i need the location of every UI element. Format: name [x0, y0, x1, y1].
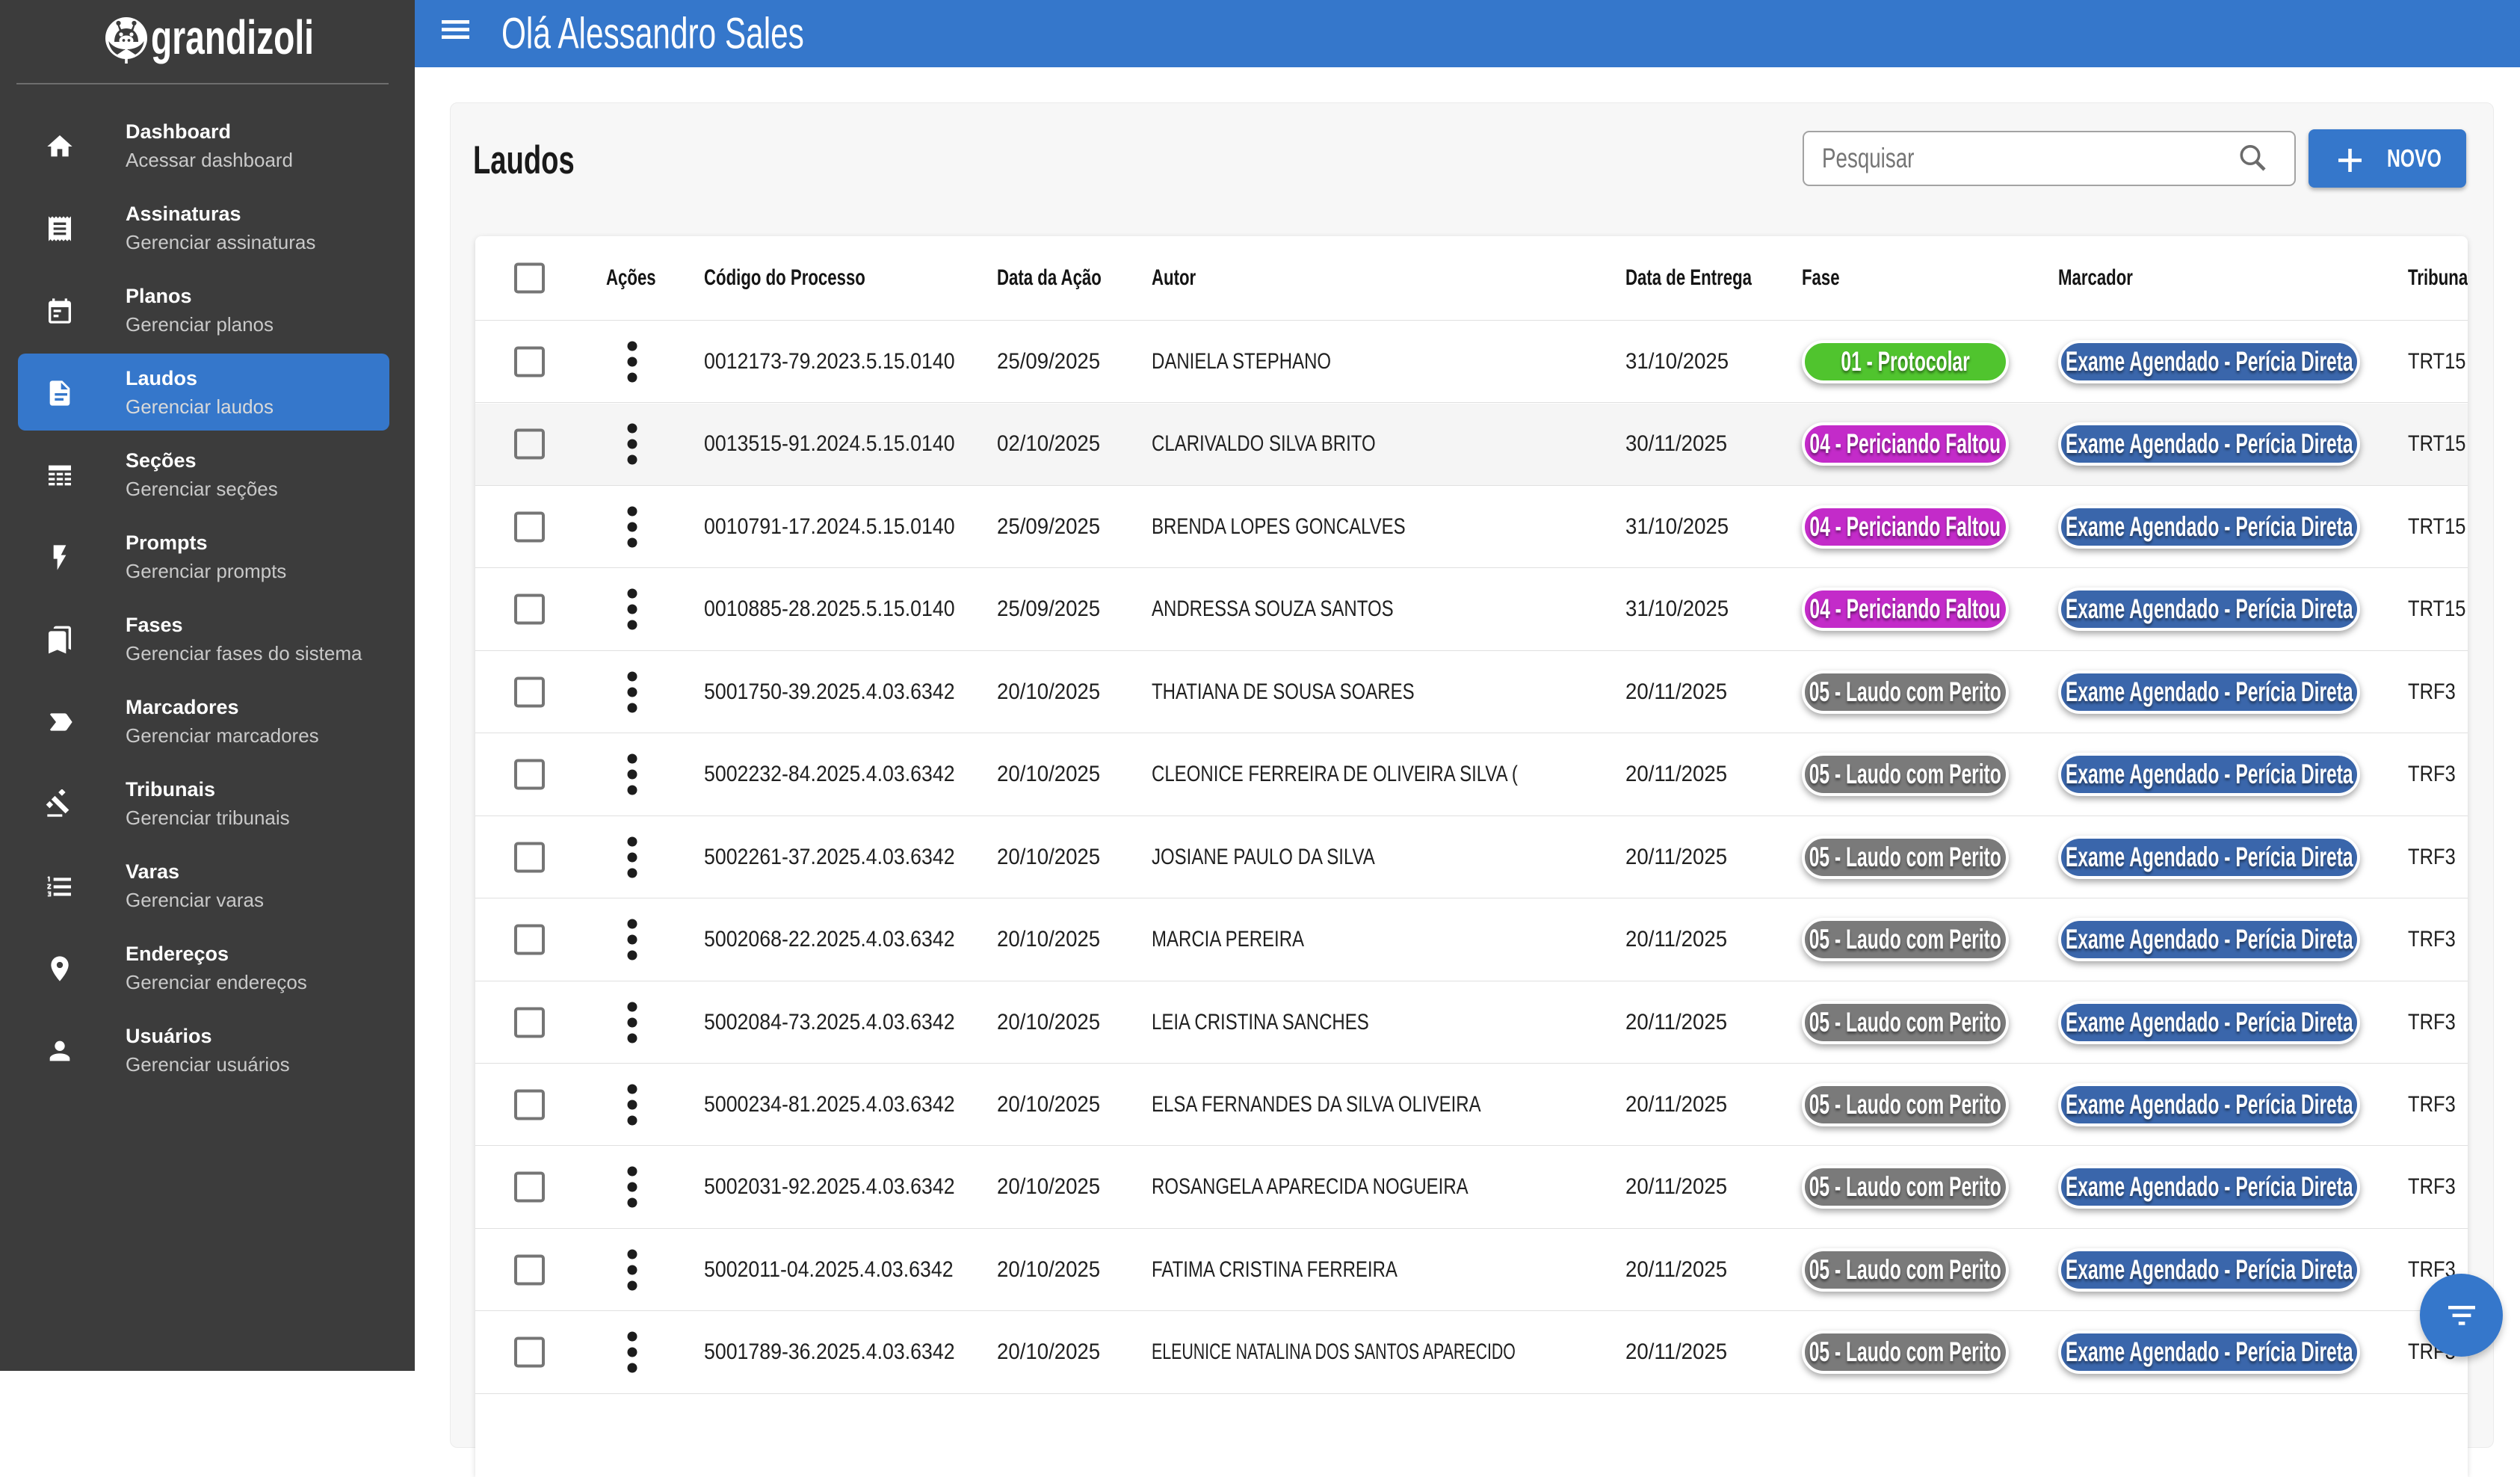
svg-text:grandizoli: grandizoli: [151, 16, 314, 64]
